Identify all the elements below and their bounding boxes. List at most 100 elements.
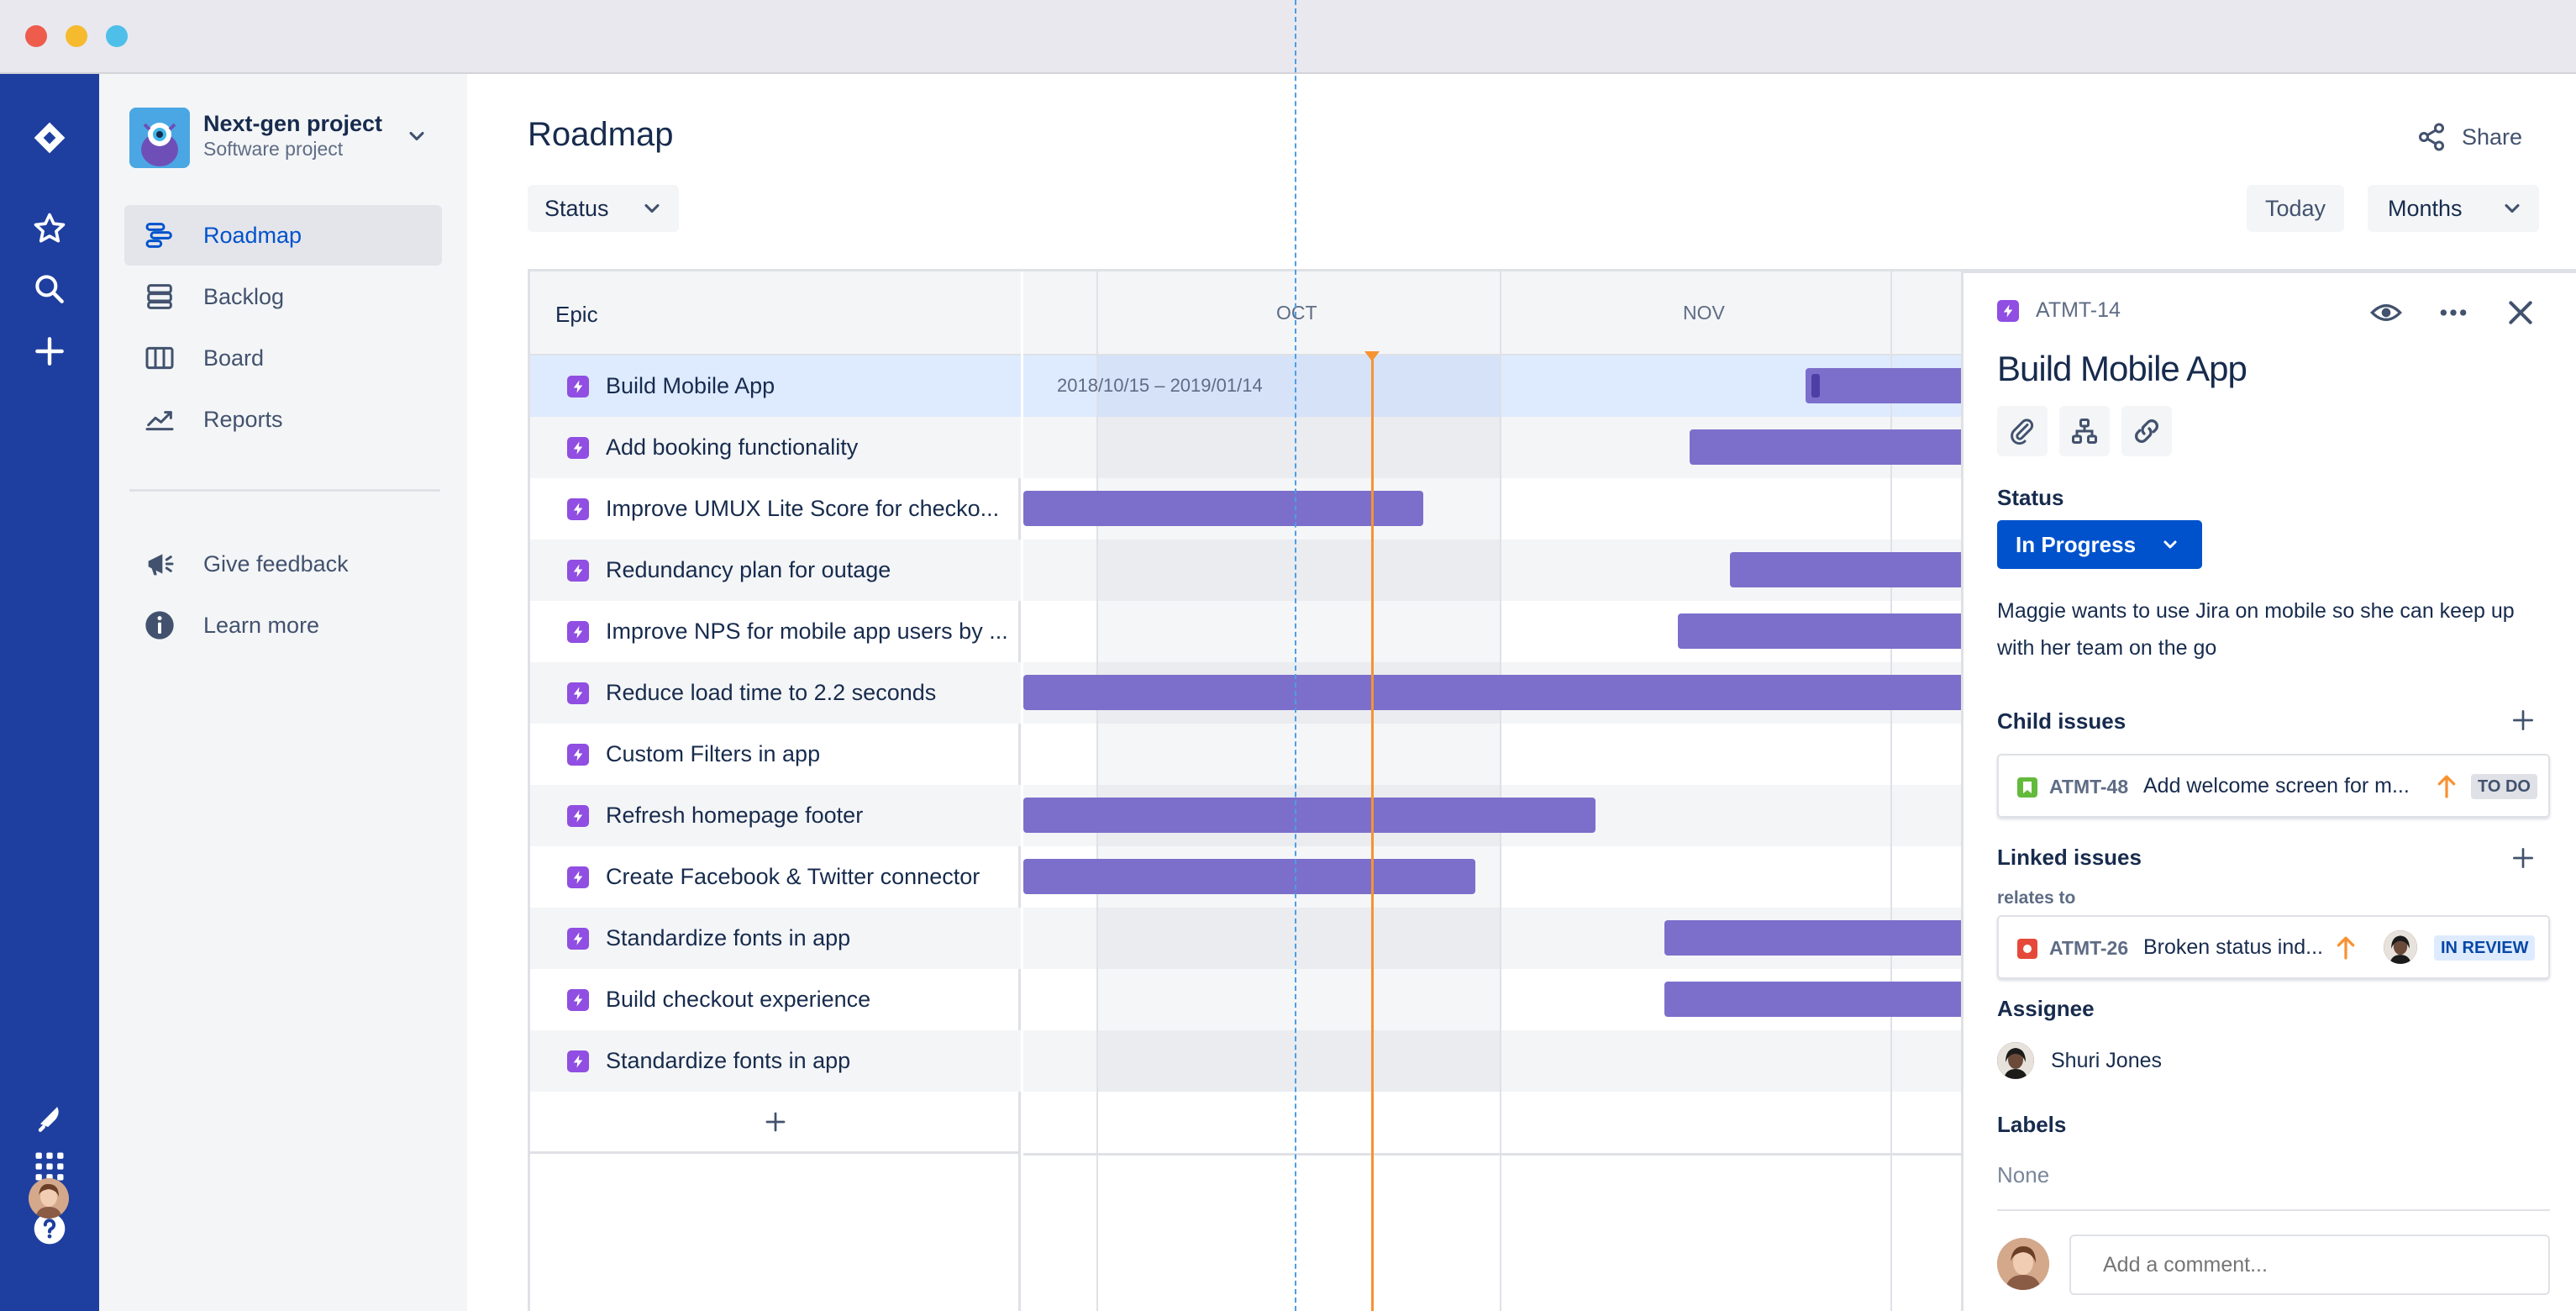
cursor-guide-line	[1295, 0, 1296, 1311]
status-filter-dropdown[interactable]: Status	[528, 185, 679, 232]
window-minimize-button[interactable]	[66, 25, 87, 47]
epic-column: Epic Build Mobile App Add booking functi…	[530, 271, 1021, 1311]
info-icon	[141, 607, 178, 644]
priority-high-icon	[2437, 775, 2456, 798]
user-avatar[interactable]	[29, 1178, 69, 1219]
labels-value[interactable]: None	[1997, 1162, 2049, 1188]
epic-row-label: Refresh homepage footer	[606, 803, 864, 828]
plus-icon	[765, 1112, 786, 1131]
sidebar-item-give-feedback[interactable]: Give feedback	[124, 534, 442, 594]
epic-header-label: Epic	[555, 302, 598, 327]
add-epic-button[interactable]	[530, 1092, 1021, 1154]
epic-row[interactable]: Improve UMUX Lite Score for checko...	[530, 478, 1021, 540]
notifications-icon[interactable]	[29, 1098, 70, 1138]
link-issue-button[interactable]	[2121, 406, 2172, 456]
project-avatar[interactable]	[129, 108, 190, 168]
eye-icon	[2369, 304, 2403, 321]
epic-row[interactable]: Standardize fonts in app	[530, 1030, 1021, 1092]
epic-row[interactable]: Build Mobile App	[530, 355, 1021, 417]
epic-row-label: Build checkout experience	[606, 987, 871, 1012]
sidebar-item-label: Give feedback	[203, 550, 349, 577]
sidebar-item-board[interactable]: Board	[124, 328, 442, 388]
plus-icon[interactable]	[29, 331, 70, 371]
month-label-oct: OCT	[1276, 302, 1317, 324]
view-mode-dropdown[interactable]: Months	[2368, 185, 2539, 232]
status-badge: IN REVIEW	[2434, 935, 2536, 961]
story-icon	[2017, 777, 2037, 798]
share-icon	[2419, 123, 2444, 151]
epic-bar[interactable]	[1023, 491, 1423, 526]
labels-label: Labels	[1997, 1112, 2067, 1137]
epic-row[interactable]: Build checkout experience	[530, 969, 1021, 1030]
more-actions-button[interactable]	[2434, 293, 2473, 332]
sidebar-item-label: Backlog	[203, 283, 285, 309]
assignee-field[interactable]: Shuri Jones	[1997, 1042, 2162, 1079]
add-linked-issue-icon[interactable]	[2510, 845, 2537, 871]
epic-bar[interactable]	[1023, 859, 1475, 894]
epic-row-label: Improve UMUX Lite Score for checko...	[606, 496, 1000, 521]
sidebar-item-label: Learn more	[203, 612, 320, 638]
megaphone-icon	[141, 545, 178, 582]
status-dropdown[interactable]: In Progress	[1997, 520, 2202, 569]
relates-to-label: relates to	[1997, 888, 2076, 908]
epic-icon	[567, 559, 589, 582]
status-filter-label: Status	[544, 195, 609, 221]
epic-row[interactable]: Create Facebook & Twitter connector	[530, 846, 1021, 908]
sidebar-item-learn-more[interactable]: Learn more	[124, 595, 442, 656]
view-mode-label: Months	[2388, 195, 2463, 221]
bar-drag-handle[interactable]	[1811, 374, 1820, 398]
search-icon[interactable]	[29, 269, 70, 309]
epic-bar[interactable]	[1023, 798, 1596, 833]
issue-key[interactable]: ATMT-14	[1997, 298, 2121, 323]
issue-key-label: ATMT-14	[2036, 298, 2121, 322]
epic-icon	[567, 988, 589, 1011]
comment-input[interactable]	[2069, 1235, 2550, 1295]
close-icon	[2509, 301, 2532, 324]
bug-icon	[2017, 939, 2037, 959]
share-button[interactable]: Share	[2416, 118, 2522, 156]
month-label-nov: NOV	[1683, 302, 1725, 324]
epic-row[interactable]: Refresh homepage footer	[530, 785, 1021, 846]
attach-button[interactable]	[1997, 406, 2048, 456]
child-issue-button[interactable]	[2059, 406, 2110, 456]
paperclip-icon	[2011, 419, 2034, 445]
today-button[interactable]: Today	[2247, 185, 2344, 232]
child-issue-summary: Add welcome screen for m...	[2143, 774, 2410, 798]
epic-row-label: Custom Filters in app	[606, 741, 821, 766]
child-issue-card[interactable]: ATMT-48 Add welcome screen for m... TO D…	[1997, 754, 2550, 818]
chevron-down-icon	[2163, 540, 2177, 549]
window-close-button[interactable]	[25, 25, 47, 47]
epic-row[interactable]: Standardize fonts in app	[530, 908, 1021, 969]
sidebar-divider	[129, 489, 440, 492]
project-name[interactable]: Next-gen project	[203, 111, 382, 137]
sidebar-item-roadmap[interactable]: Roadmap	[124, 205, 442, 266]
jira-logo-icon[interactable]	[29, 118, 70, 158]
project-sidebar: Next-gen project Software project Roadma…	[99, 74, 467, 1311]
project-type: Software project	[203, 138, 344, 160]
epic-row[interactable]: Reduce load time to 2.2 seconds	[530, 662, 1021, 724]
star-icon[interactable]	[29, 208, 70, 249]
epic-row[interactable]: Redundancy plan for outage	[530, 540, 1021, 601]
sidebar-item-label: Board	[203, 345, 265, 371]
issue-title[interactable]: Build Mobile App	[1997, 349, 2247, 389]
board-icon	[141, 340, 178, 376]
epic-row[interactable]: Custom Filters in app	[530, 724, 1021, 785]
epic-icon	[567, 620, 589, 643]
linked-issue-summary: Broken status ind...	[2143, 935, 2324, 959]
watch-button[interactable]	[2367, 293, 2405, 332]
epic-row[interactable]: Improve NPS for mobile app users by ...	[530, 601, 1021, 662]
issue-description[interactable]: Maggie wants to use Jira on mobile so sh…	[1997, 592, 2552, 666]
status-badge: TO DO	[2471, 774, 2537, 799]
add-child-issue-icon[interactable]	[2510, 707, 2537, 734]
sidebar-item-backlog[interactable]: Backlog	[124, 266, 442, 327]
linked-issue-card[interactable]: ATMT-26 Broken status ind... IN REVIEW	[1997, 915, 2550, 979]
close-panel-button[interactable]	[2501, 293, 2540, 332]
chevron-down-icon	[2505, 203, 2520, 213]
chevron-down-icon[interactable]	[405, 124, 428, 148]
epic-icon	[567, 682, 589, 704]
epic-row[interactable]: Add booking functionality	[530, 417, 1021, 478]
sidebar-item-reports[interactable]: Reports	[124, 389, 442, 450]
roadmap-icon	[141, 217, 178, 254]
epic-icon	[1997, 299, 2019, 322]
window-maximize-button[interactable]	[106, 25, 128, 47]
